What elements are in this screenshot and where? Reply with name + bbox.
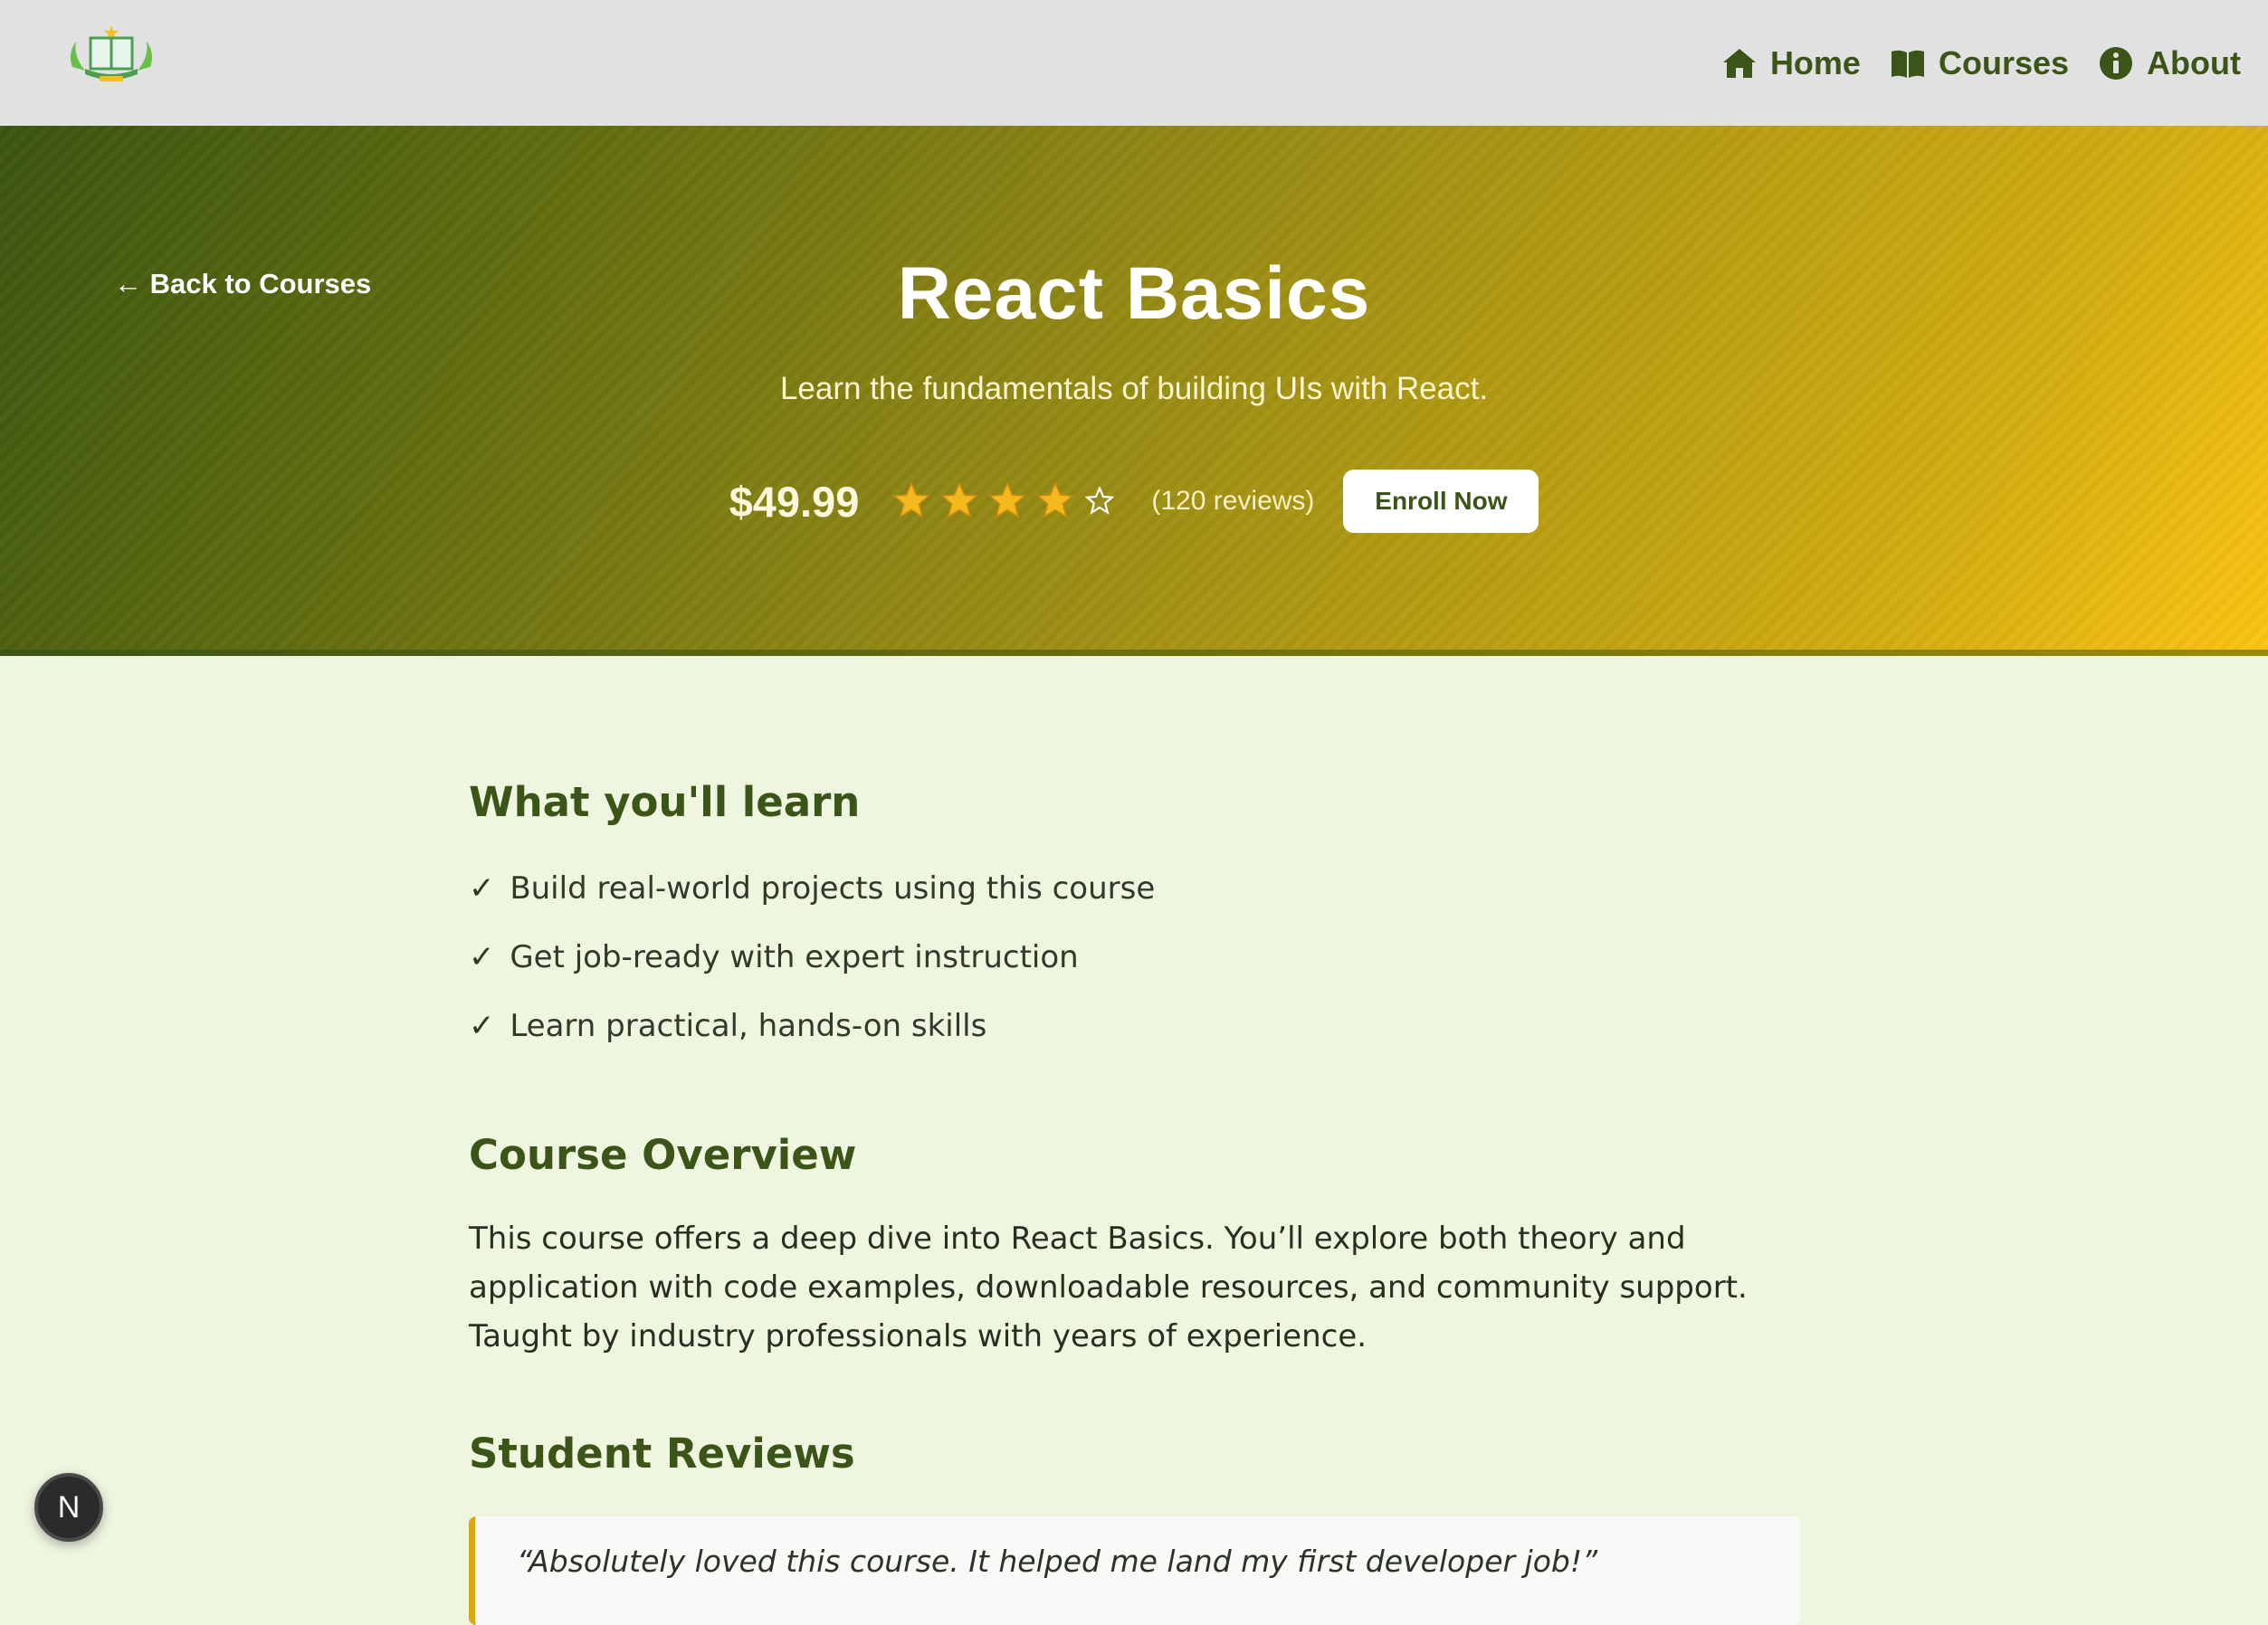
learn-item-text: Get job-ready with expert instruction [510, 939, 1079, 975]
course-meta-row: $49.99 (120 reviews) Enroll Now [0, 469, 2268, 534]
review-text: “Absolutely loved this course. It helped… [517, 1544, 1598, 1579]
overview-heading: Course Overview [469, 1131, 857, 1179]
book-icon [1891, 50, 1924, 78]
learn-item-text: Build real-world projects using this cou… [510, 870, 1156, 907]
nav-item-courses-label: Courses [1938, 44, 2070, 81]
star-rating [891, 481, 1122, 521]
course-price: $49.99 [729, 477, 860, 526]
star-filled-icon [1036, 481, 1075, 518]
check-icon: ✓ [469, 1008, 495, 1044]
overview-text: This course offers a deep dive into Reac… [469, 1221, 1748, 1354]
learn-item-text: Learn practical, hands-on skills [510, 1008, 987, 1044]
top-navbar: Home Courses About [0, 0, 2268, 126]
star-filled-icon [892, 481, 931, 518]
nav-item-about[interactable]: About [2098, 44, 2241, 82]
nav-item-about-label: About [2147, 44, 2241, 81]
reviews-count: (120 reviews) [1151, 486, 1315, 516]
nav-item-home[interactable]: Home [1721, 44, 1861, 82]
list-item: ✓ Build real-world projects using this c… [469, 854, 1801, 923]
course-content: What you'll learn ✓ Build real-world pro… [469, 771, 1801, 1625]
learn-list: ✓ Build real-world projects using this c… [469, 854, 1801, 1060]
nav-links: Home Courses About [1692, 40, 2241, 87]
info-icon [2100, 47, 2133, 80]
check-icon: ✓ [469, 939, 495, 975]
nav-item-home-label: Home [1769, 44, 1861, 81]
enroll-now-button[interactable]: Enroll Now [1343, 470, 1539, 533]
reviews-heading: Student Reviews [469, 1430, 855, 1478]
graduation-book-logo[interactable] [63, 22, 159, 90]
nav-item-courses[interactable]: Courses [1890, 44, 2069, 82]
check-icon: ✓ [469, 870, 495, 907]
star-filled-icon [940, 481, 979, 518]
course-title: React Basics [897, 252, 1371, 335]
star-filled-icon [988, 481, 1027, 518]
list-item: ✓ Learn practical, hands-on skills [469, 992, 1801, 1060]
home-icon [1722, 49, 1756, 78]
star-empty-icon [1085, 487, 1115, 515]
list-item: ✓ Get job-ready with expert instruction [469, 923, 1801, 992]
review-card: “Absolutely loved this course. It helped… [469, 1516, 1801, 1625]
dev-tools-badge[interactable]: N [34, 1473, 103, 1542]
hero-bottom-border [0, 650, 2268, 656]
course-subtitle: Learn the fundamentals of building UIs w… [779, 371, 1489, 406]
learn-heading: What you'll learn [469, 778, 861, 826]
